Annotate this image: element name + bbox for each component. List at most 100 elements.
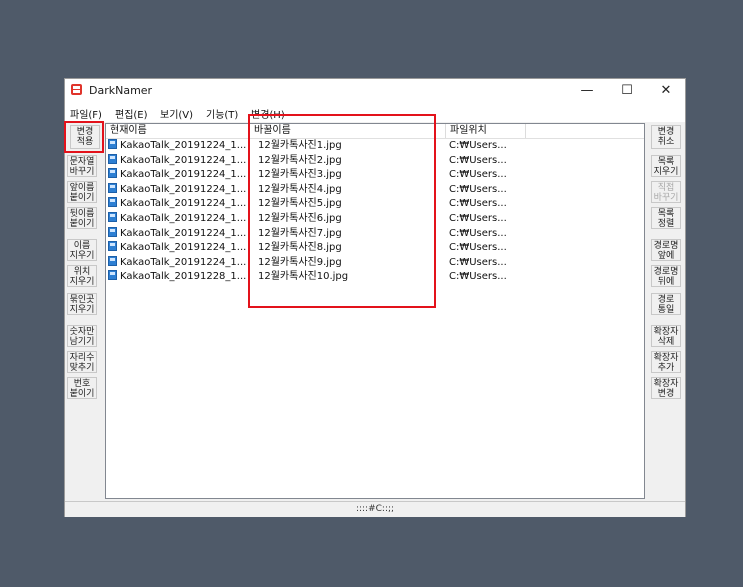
cell-location: C:₩Users... [449,198,507,210]
button-label: 경로 [657,295,675,305]
add-extension-button[interactable]: 확장자 추가 [651,351,681,373]
apply-change-button[interactable]: 변경 적용 [70,125,100,149]
table-row[interactable]: KakaoTalk_20191224_1... 12월카톡사진3.jpg C:₩Us… [106,168,644,183]
delete-extension-button[interactable]: 확장자 삭제 [651,325,681,347]
cell-location: C:₩Users... [449,183,507,195]
column-header-location[interactable]: 파일위치 [446,124,526,138]
image-file-icon [108,212,117,222]
button-label: 위치 [73,267,91,277]
current-name-text: KakaoTalk_20191224_1... [120,140,247,151]
table-row[interactable]: KakaoTalk_20191224_1... 12월카톡사진6.jpg C:₩Us… [106,212,644,227]
table-row[interactable]: KakaoTalk_20191224_1... 12월카톡사진5.jpg C:₩Us… [106,197,644,212]
button-label: 삭제 [657,337,675,347]
unify-path-button[interactable]: 경로 통일 [651,293,681,315]
table-row[interactable]: KakaoTalk_20191224_1... 12월카톡사진4.jpg C:₩Us… [106,182,644,198]
replace-string-button[interactable]: 문자열 바꾸기 [67,155,97,177]
direct-rename-button[interactable]: 직접 바꾸기 [651,181,681,203]
button-label: 붙이기 [69,193,95,203]
menu-edit[interactable]: 편집(E) [115,106,148,121]
erase-name-button[interactable]: 이름 지우기 [67,239,97,261]
table-row[interactable]: KakaoTalk_20191224_1... 12월카톡사진2.jpg C:₩Us… [106,153,644,169]
button-label: 지우기 [653,167,679,177]
column-header-new-name[interactable]: 바꿀이름 [250,124,446,138]
button-label: 남기기 [69,337,95,347]
table-row[interactable]: KakaoTalk_20191224_1... 12월카톡사진1.jpg C:₩Us… [106,139,644,154]
column-header-current-name[interactable]: 현재이름 [106,124,250,138]
close-button[interactable]: ✕ [646,79,686,103]
cell-new-name: 12월카톡사진3.jpg [258,169,342,181]
button-label: 이름 [73,241,91,251]
cell-location: C:₩Users... [449,256,507,268]
file-list[interactable]: 현재이름 바꿀이름 파일위치 KakaoTalk_20191224_1... 12… [105,123,645,499]
current-name-text: KakaoTalk_20191224_1... [120,198,247,210]
list-header: 현재이름 바꿀이름 파일위치 [106,124,644,139]
add-number-button[interactable]: 번호 붙이기 [67,377,97,399]
button-label: 통일 [657,305,675,315]
current-name-text: KakaoTalk_20191224_1... [120,227,247,239]
cell-current-name: KakaoTalk_20191224_1... [108,197,250,211]
title-bar[interactable]: DarkNamer — ☐ ✕ [65,79,685,103]
cell-new-name: 12월카톡사진6.jpg [258,213,342,224]
button-label: 정렬 [657,219,675,229]
button-label: 앞에 [657,251,675,261]
button-label: 숫자만 [69,327,95,337]
path-suffix-button[interactable]: 경로명 뒤에 [651,265,681,287]
clear-list-button[interactable]: 목록 지우기 [651,155,681,177]
button-label: 맞추기 [69,363,95,373]
cell-new-name: 12월카톡사진10.jpg [258,271,349,283]
erase-position-button[interactable]: 위치 지우기 [67,265,97,287]
table-row[interactable]: KakaoTalk_20191224_1... 12월카톡사진7.jpg C:₩Us… [106,226,644,242]
button-label: 붙이기 [69,389,95,399]
image-file-icon [108,168,117,179]
minimize-button[interactable]: — [567,79,607,103]
cell-current-name: KakaoTalk_20191224_1... [108,139,250,153]
cell-current-name: KakaoTalk_20191224_1... [108,255,250,270]
table-row[interactable]: KakaoTalk_20191224_1... 12월카톡사진9.jpg C:₩Us… [106,255,644,271]
current-name-text: KakaoTalk_20191224_1... [120,154,247,166]
button-label: 붙이기 [69,219,95,229]
erase-bracketed-button[interactable]: 묶인곳 지우기 [67,293,97,315]
button-label: 바꾸기 [653,193,679,203]
current-name-text: KakaoTalk_20191228_1... [120,271,247,283]
cell-location: C:₩Users... [449,154,507,166]
cell-location: C:₩Users... [449,271,507,283]
button-label: 뒷이름 [69,209,95,219]
prefix-name-button[interactable]: 앞이름 붙이기 [67,181,97,203]
menu-view[interactable]: 보기(V) [160,106,193,121]
cell-location: C:₩Users... [449,242,507,254]
pad-digits-button[interactable]: 자리수 맞추기 [67,351,97,373]
maximize-button[interactable]: ☐ [607,79,647,103]
cell-new-name: 12월카톡사진1.jpg [258,140,342,151]
image-file-icon [108,182,117,193]
image-file-icon [108,197,117,208]
cancel-change-button[interactable]: 변경 취소 [651,125,681,149]
cell-current-name: KakaoTalk_20191224_1... [108,241,250,255]
button-label: 묶인곳 [69,295,95,305]
keep-numbers-button[interactable]: 숫자만 남기기 [67,325,97,347]
current-name-text: KakaoTalk_20191224_1... [120,242,247,254]
menu-tools[interactable]: 기능(T) [206,106,238,121]
image-file-icon [108,139,117,149]
sort-list-button[interactable]: 목록 정렬 [651,207,681,229]
menu-file[interactable]: 파일(F) [70,106,102,121]
button-label: 자리수 [69,353,95,363]
path-prefix-button[interactable]: 경로명 앞에 [651,239,681,261]
button-label: 지우기 [69,251,95,261]
image-file-icon [108,153,117,164]
button-label: 번호 [73,379,91,389]
cell-location: C:₩Users... [449,213,507,224]
button-label: 확장자 [653,353,679,363]
button-label: 경로명 [653,241,679,251]
cell-new-name: 12월카톡사진9.jpg [258,256,342,268]
table-row[interactable]: KakaoTalk_20191228_1... 12월카톡사진10.jpg C:₩U… [106,270,644,285]
suffix-name-button[interactable]: 뒷이름 붙이기 [67,207,97,229]
image-file-icon [108,226,117,237]
cell-location: C:₩Users... [449,140,507,151]
cell-location: C:₩Users... [449,169,507,181]
menu-change[interactable]: 변경(H) [251,106,285,121]
change-extension-button[interactable]: 확장자 변경 [651,377,681,399]
cell-new-name: 12월카톡사진5.jpg [258,198,342,210]
column-header-empty [526,124,646,138]
cell-current-name: KakaoTalk_20191224_1... [108,153,250,168]
table-row[interactable]: KakaoTalk_20191224_1... 12월카톡사진8.jpg C:₩Us… [106,241,644,256]
